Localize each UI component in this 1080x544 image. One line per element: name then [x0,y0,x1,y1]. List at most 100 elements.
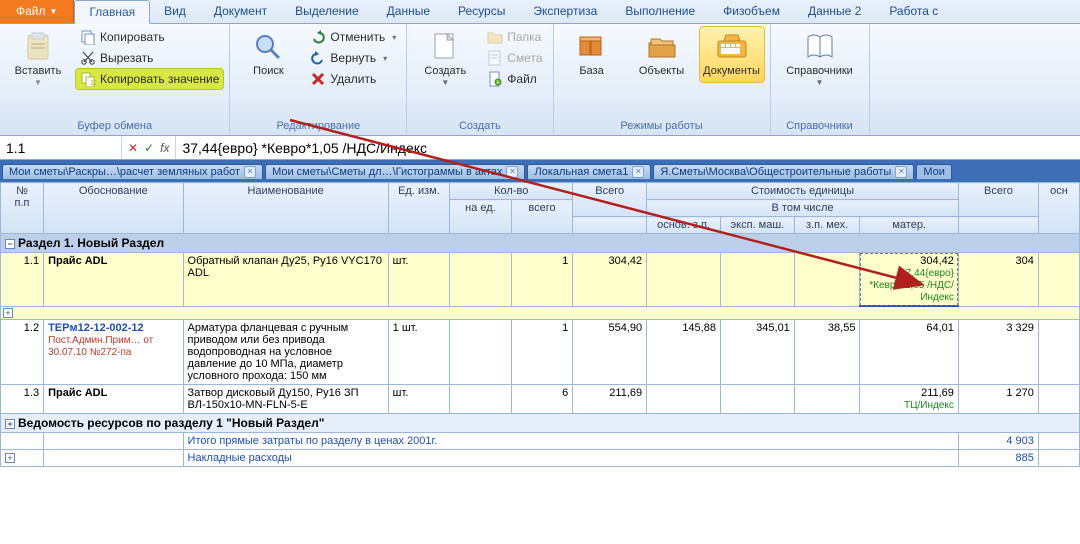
cell[interactable]: 554,90 [573,320,647,385]
cell[interactable]: 38,55 [794,320,860,385]
cell[interactable] [1038,385,1079,414]
cell[interactable]: 304 [958,253,1038,307]
close-icon[interactable]: ✕ [895,166,907,178]
col-num[interactable]: № п.п [1,183,44,234]
col-vsego3[interactable]: Всего [958,183,1038,217]
cell-num[interactable]: 1.1 [1,253,44,307]
base-button[interactable]: База [560,27,624,82]
cell-osn[interactable]: Прайс ADL [44,253,183,307]
tab-view[interactable]: Вид [150,0,200,23]
documents-button[interactable]: Документы [700,27,764,82]
doctab-5[interactable]: Мои [916,164,952,179]
cell-ed[interactable]: шт. [388,253,450,307]
cell[interactable]: 6 [511,385,573,414]
doctab-3[interactable]: Локальная смета1✕ [527,164,651,179]
cell[interactable]: 1 [511,320,573,385]
cell[interactable] [450,253,512,307]
search-button[interactable]: Поиск [236,27,300,82]
cell[interactable]: 211,69 ТЦ/Индекс [860,385,958,414]
fx-icon[interactable]: fх [160,141,169,155]
cut-button[interactable]: Вырезать [76,48,223,68]
objects-button[interactable]: Объекты [630,27,694,82]
doctab-2[interactable]: Мои сметы\Сметы дл…\Гистограммы в актах✕ [265,164,525,179]
create-button[interactable]: Создать ▼ [413,27,477,91]
cell-naim[interactable]: Обратный клапан Ду25, Ру16 VYC170 ADL [183,253,388,307]
cell[interactable]: 145,88 [647,320,721,385]
cell-reference[interactable]: 1.1 [0,136,122,159]
redo-button[interactable]: Вернуть▾ [306,48,400,68]
col-stoim[interactable]: Стоимость единицы [647,183,959,200]
grid[interactable]: № п.п Обоснование Наименование Ед. изм. … [0,182,1080,544]
col-osnzp[interactable]: основ. з.п. [647,217,721,234]
collapse-icon[interactable]: − [5,239,15,249]
copy-value-button[interactable]: 12 Копировать значение [76,69,223,89]
cell[interactable] [794,385,860,414]
delete-button[interactable]: Удалить [306,69,400,89]
active-cell[interactable]: 304,42 37,44{евро} *Кевро*1,05 /НДС/Инде… [860,253,958,307]
cell-osn[interactable]: Прайс ADL [44,385,183,414]
copy-button[interactable]: Копировать [76,27,223,47]
table-row[interactable]: 1.1 Прайс ADL Обратный клапан Ду25, Ру16… [1,253,1080,307]
cell-ed[interactable]: шт. [388,385,450,414]
cell-osn[interactable]: ТЕРм12-12-002-12 Пост.Админ.Прим… от 30.… [44,320,183,385]
cell[interactable]: 1 [511,253,573,307]
tab-resources[interactable]: Ресурсы [444,0,519,23]
cell[interactable] [794,253,860,307]
col-kolvo[interactable]: Кол-во [450,183,573,200]
doctab-4[interactable]: Я.Сметы\Москва\Общестроительные работы✕ [653,164,914,179]
tab-physvol[interactable]: Физобъем [709,0,794,23]
tab-data[interactable]: Данные [373,0,444,23]
col-naim[interactable]: Наименование [183,183,388,234]
file-tab[interactable]: Файл ▼ [0,0,74,23]
cell[interactable] [647,253,721,307]
tab-main[interactable]: Главная [74,0,150,24]
expand-icon[interactable]: + [5,419,15,429]
cell[interactable] [1038,253,1079,307]
cell[interactable]: 211,69 [573,385,647,414]
col-vsego[interactable]: Всего [573,183,647,217]
col-naed[interactable]: на ед. [450,200,512,234]
tab-workwith[interactable]: Работа с [875,0,952,23]
tab-execution[interactable]: Выполнение [611,0,709,23]
create-estimate-button[interactable]: Смета [483,48,546,68]
col-eksp[interactable]: эксп. маш. [720,217,794,234]
col-vtom[interactable]: В том числе [647,200,959,217]
tab-selection[interactable]: Выделение [281,0,373,23]
create-folder-button[interactable]: Папка [483,27,546,47]
cell[interactable] [1038,320,1079,385]
close-icon[interactable]: ✕ [244,166,256,178]
cell-num[interactable]: 1.2 [1,320,44,385]
expand-icon[interactable]: + [3,308,13,318]
cell[interactable] [450,385,512,414]
cell[interactable]: 3 329 [958,320,1038,385]
accept-formula-icon[interactable]: ✓ [144,141,154,155]
cell-ed[interactable]: 1 шт. [388,320,450,385]
col-mater[interactable]: матер. [860,217,958,234]
cell-naim[interactable]: Арматура фланцевая с ручным приводом или… [183,320,388,385]
close-icon[interactable]: ✕ [632,166,644,178]
cell-naim[interactable]: Затвор дисковый Ду150, Ру16 ЗП ВЛ-150х10… [183,385,388,414]
cell[interactable] [450,320,512,385]
section-row[interactable]: −Раздел 1. Новый Раздел [1,234,1080,253]
table-row[interactable]: 1.2 ТЕРм12-12-002-12 Пост.Админ.Прим… от… [1,320,1080,385]
paste-button[interactable]: Вставить ▼ [6,27,70,91]
expand-icon[interactable]: + [5,453,15,463]
expander-row[interactable]: + [1,306,1080,320]
total-row[interactable]: Итого прямые затраты по разделу в ценах … [1,433,1080,450]
create-file-button[interactable]: + Файл [483,69,546,89]
cell[interactable]: 345,01 [720,320,794,385]
formula-input[interactable]: 37,44{евро} *Кевро*1,05 /НДС/Индекс [176,140,1080,156]
cell[interactable]: 64,01 [860,320,958,385]
table-row[interactable]: 1.3 Прайс ADL Затвор дисковый Ду150, Ру1… [1,385,1080,414]
col-vsego1[interactable]: всего [511,200,573,234]
vedomost-row[interactable]: +Ведомость ресурсов по разделу 1 "Новый … [1,414,1080,433]
col-zpmeh[interactable]: з.п. мех. [794,217,860,234]
cell[interactable]: 304,42 [573,253,647,307]
col-ed[interactable]: Ед. изм. [388,183,450,234]
undo-button[interactable]: Отменить▾ [306,27,400,47]
tab-data2[interactable]: Данные 2 [794,0,875,23]
refs-button[interactable]: Справочники ▼ [777,27,863,91]
tab-document[interactable]: Документ [200,0,281,23]
cell[interactable] [647,385,721,414]
cancel-formula-icon[interactable]: ✕ [128,141,138,155]
